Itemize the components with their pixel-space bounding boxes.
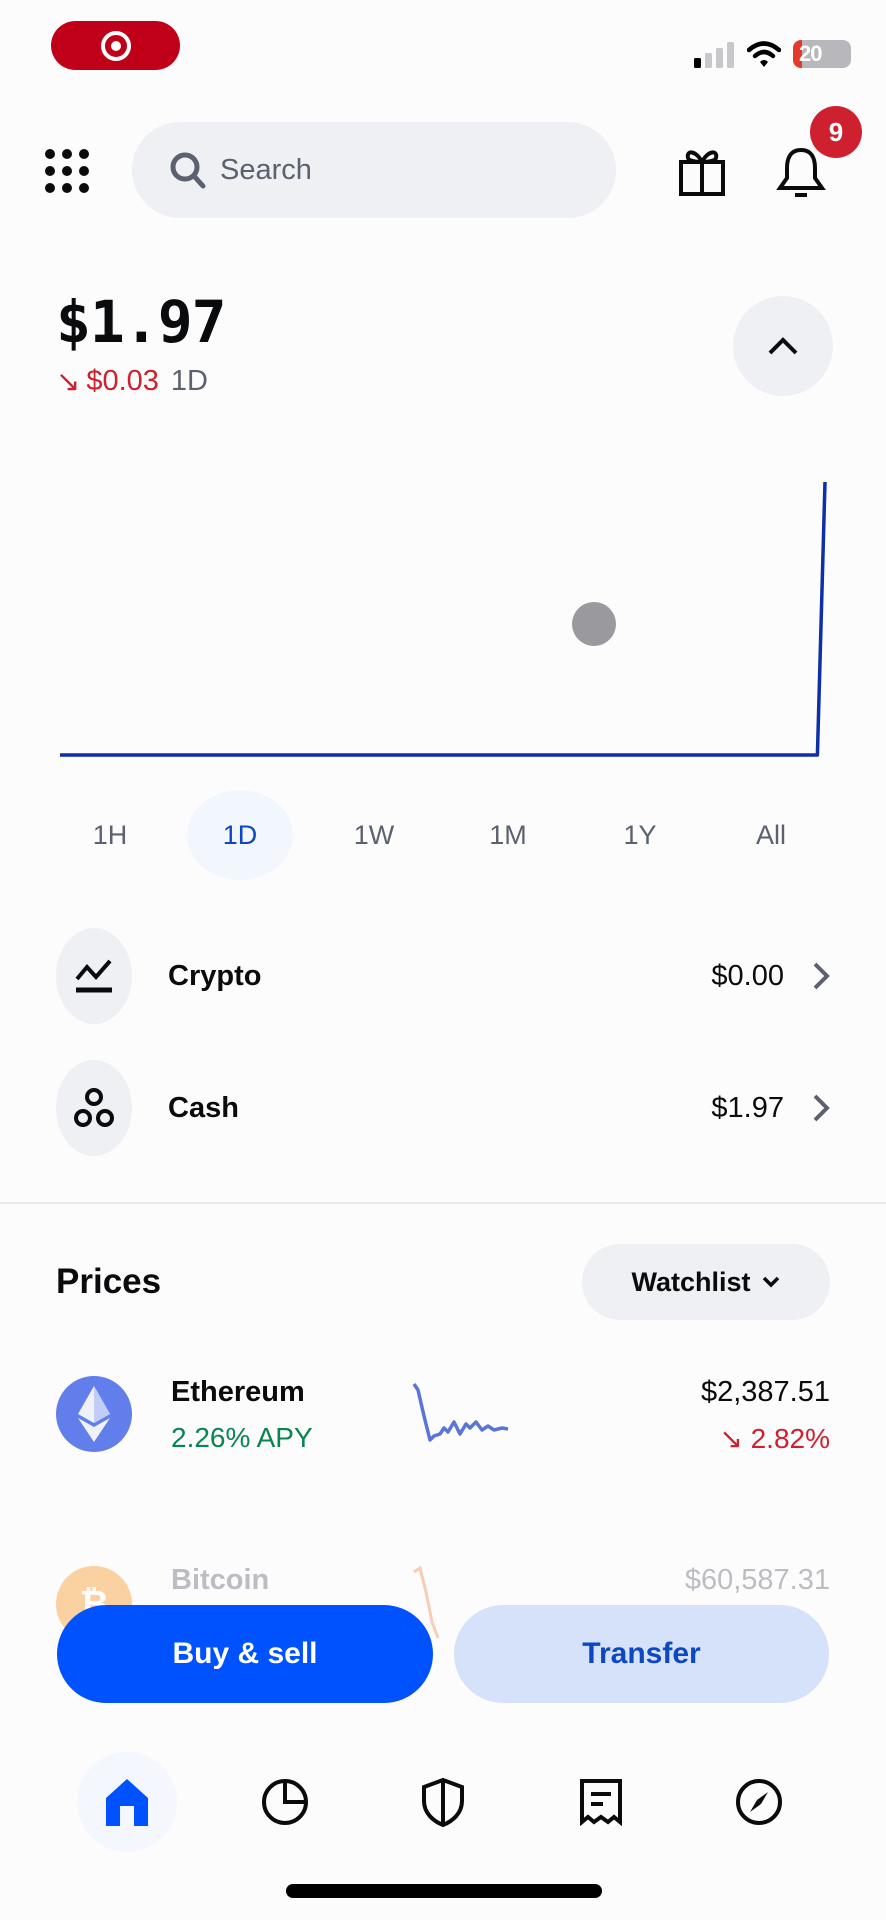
change-amount: $0.03 [86, 365, 159, 397]
row-label: Cash [168, 1091, 239, 1124]
crypto-icon-container [56, 928, 132, 1024]
home-indicator[interactable] [286, 1884, 602, 1898]
change-period: 1D [170, 365, 208, 397]
nav-security[interactable] [393, 1752, 493, 1852]
timeframe-tab-1h[interactable]: 1H [57, 790, 163, 880]
search-placeholder: Search [220, 153, 312, 186]
nav-portfolio[interactable] [235, 1752, 335, 1852]
chart-series-line [60, 481, 827, 757]
compass-icon [736, 1779, 782, 1825]
asset-name: Ethereum [171, 1376, 305, 1408]
timeframe-tab-1y[interactable]: 1Y [587, 790, 693, 880]
wifi-icon [747, 41, 781, 67]
chevron-up-icon [768, 337, 798, 355]
cash-icon-container [56, 1060, 132, 1156]
timeframe-tab-1w[interactable]: 1W [321, 790, 427, 880]
ethereum-logo-icon [56, 1376, 132, 1452]
nav-explore[interactable] [709, 1752, 809, 1852]
row-value: $0.00 [711, 959, 784, 992]
ethereum-sparkline [412, 1383, 509, 1442]
asset-row-ethereum[interactable]: Ethereum 2.26% APY $2,387.51 ↘ 2.82% [56, 1376, 830, 1454]
buy-sell-button[interactable]: Buy & sell [57, 1605, 433, 1703]
battery-indicator: 20 [793, 40, 851, 68]
home-icon [106, 1779, 148, 1826]
collapse-button[interactable] [733, 296, 833, 396]
watchlist-dropdown[interactable]: Watchlist [582, 1244, 830, 1320]
portfolio-row-cash[interactable]: Cash $1.97 [56, 1060, 830, 1156]
total-balance: $1.97 [56, 288, 227, 356]
cellular-signal-icon [694, 42, 734, 68]
notification-badge: 9 [810, 106, 862, 158]
coins-icon [74, 1088, 114, 1127]
search-icon [170, 152, 206, 189]
gift-icon[interactable] [678, 146, 726, 196]
section-divider [0, 1202, 886, 1204]
timeframe-tab-1m[interactable]: 1M [455, 790, 561, 880]
chart-line-icon [75, 959, 112, 993]
receipt-icon [580, 1779, 622, 1826]
row-value: $1.97 [711, 1091, 784, 1124]
asset-price: $2,387.51 [700, 1376, 830, 1408]
watchlist-label: Watchlist [631, 1266, 751, 1297]
balance-change: ↘ $0.03 1D [56, 364, 208, 399]
chevron-right-icon [813, 1094, 830, 1122]
battery-level: 20 [799, 41, 823, 66]
balance-chart[interactable] [0, 460, 886, 770]
notifications-bell-icon[interactable] [776, 146, 826, 198]
timeframe-tab-all[interactable]: All [718, 790, 824, 880]
chevron-down-icon [762, 1276, 779, 1288]
nav-home[interactable] [77, 1752, 177, 1852]
asset-apy: 2.26% APY [171, 1422, 313, 1453]
search-input[interactable]: Search [132, 122, 616, 218]
timeframe-tab-1d[interactable]: 1D [187, 790, 293, 880]
down-arrow-icon: ↘ [56, 366, 81, 398]
chart-scrub-dot[interactable] [572, 602, 616, 646]
screen-recording-indicator[interactable] [51, 21, 180, 70]
chevron-right-icon [813, 962, 830, 990]
asset-name: Bitcoin [171, 1564, 270, 1596]
prices-title: Prices [56, 1262, 162, 1301]
apps-grid-icon[interactable] [44, 148, 90, 194]
record-icon [100, 30, 131, 61]
asset-change: ↘ 2.82% [719, 1423, 830, 1454]
pie-chart-icon [262, 1779, 308, 1825]
nav-transactions[interactable] [551, 1752, 651, 1852]
asset-price: $60,587.31 [684, 1564, 830, 1596]
row-label: Crypto [168, 959, 262, 992]
transfer-button[interactable]: Transfer [454, 1605, 829, 1703]
portfolio-row-crypto[interactable]: Crypto $0.00 [56, 928, 830, 1024]
shield-icon [422, 1777, 464, 1827]
